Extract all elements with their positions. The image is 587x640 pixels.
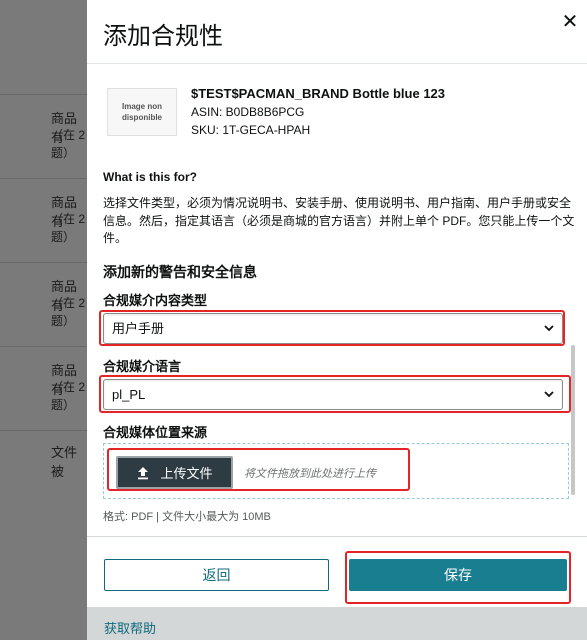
chevron-down-icon bbox=[544, 391, 554, 398]
chevron-down-icon bbox=[544, 325, 554, 332]
help-bar: 获取帮助 bbox=[87, 607, 587, 640]
format-note: 格式: PDF | 文件大小最大为 10MB bbox=[103, 511, 271, 523]
background-row-text: 文件被 bbox=[51, 445, 78, 479]
background-row: 商品有 （在 2 题） bbox=[0, 348, 87, 431]
background-row-text: 题） bbox=[51, 398, 76, 412]
upload-button-label: 上传文件 bbox=[160, 466, 213, 481]
section-heading: 添加新的警告和安全信息 bbox=[103, 264, 257, 280]
language-value: pl_PL bbox=[112, 387, 146, 402]
what-is-this-heading: What is this for? bbox=[103, 170, 197, 184]
content-type-value: 用户手册 bbox=[112, 321, 165, 336]
background-row-text: （在 2 bbox=[51, 380, 86, 394]
background-row-text: 题） bbox=[51, 146, 76, 160]
close-icon[interactable]: ✕ bbox=[560, 10, 580, 34]
product-sku: SKU: 1T-GECA-HPAH bbox=[191, 123, 311, 137]
image-placeholder-text: Image non disponible bbox=[121, 102, 162, 122]
content-type-select[interactable]: 用户手册 bbox=[103, 313, 563, 344]
back-button[interactable]: 返回 bbox=[104, 559, 329, 591]
language-select[interactable]: pl_PL bbox=[103, 379, 563, 410]
title-divider bbox=[87, 63, 587, 64]
save-button[interactable]: 保存 bbox=[349, 559, 567, 591]
product-asin: ASIN: B0DB8B6PCG bbox=[191, 105, 305, 119]
background-row-text: （在 2 bbox=[51, 212, 86, 226]
background-header bbox=[0, 0, 87, 95]
language-label: 合规媒介语言 bbox=[103, 359, 182, 374]
file-drop-zone[interactable]: 上传文件 将文件拖放到此处进行上传 bbox=[103, 443, 569, 499]
upload-icon bbox=[138, 466, 149, 479]
background-row-text: （在 2 bbox=[51, 296, 86, 310]
drop-hint: 将文件拖放到此处进行上传 bbox=[244, 468, 376, 480]
background-row: 商品有 （在 2 题） bbox=[0, 96, 87, 179]
scrollbar[interactable] bbox=[571, 345, 575, 495]
modal-title: 添加合规性 bbox=[103, 22, 223, 50]
background-row: 商品有 （在 2 题） bbox=[0, 180, 87, 263]
background-row-text: 题） bbox=[51, 230, 76, 244]
background-row: 商品有 （在 2 题） bbox=[0, 264, 87, 347]
description-text: 选择文件类型，必须为情况说明书、安装手册、使用说明书、用户指南、用户手册或安全信… bbox=[103, 196, 575, 245]
background-row-text: （在 2 bbox=[51, 128, 86, 142]
footer-divider bbox=[87, 536, 587, 537]
add-compliance-modal: 添加合规性 ✕ Image non disponible $TEST$PACMA… bbox=[87, 0, 587, 640]
product-name: $TEST$PACMAN_BRAND Bottle blue 123 bbox=[191, 86, 446, 101]
upload-file-button[interactable]: 上传文件 bbox=[116, 456, 233, 489]
background-row-text: 题） bbox=[51, 314, 76, 328]
get-help-link[interactable]: 获取帮助 bbox=[104, 618, 156, 637]
content-type-label: 合规媒介内容类型 bbox=[103, 293, 208, 308]
background-row: 文件被 bbox=[0, 432, 87, 492]
media-source-label: 合规媒体位置来源 bbox=[103, 425, 208, 440]
product-image-placeholder: Image non disponible bbox=[107, 88, 177, 136]
